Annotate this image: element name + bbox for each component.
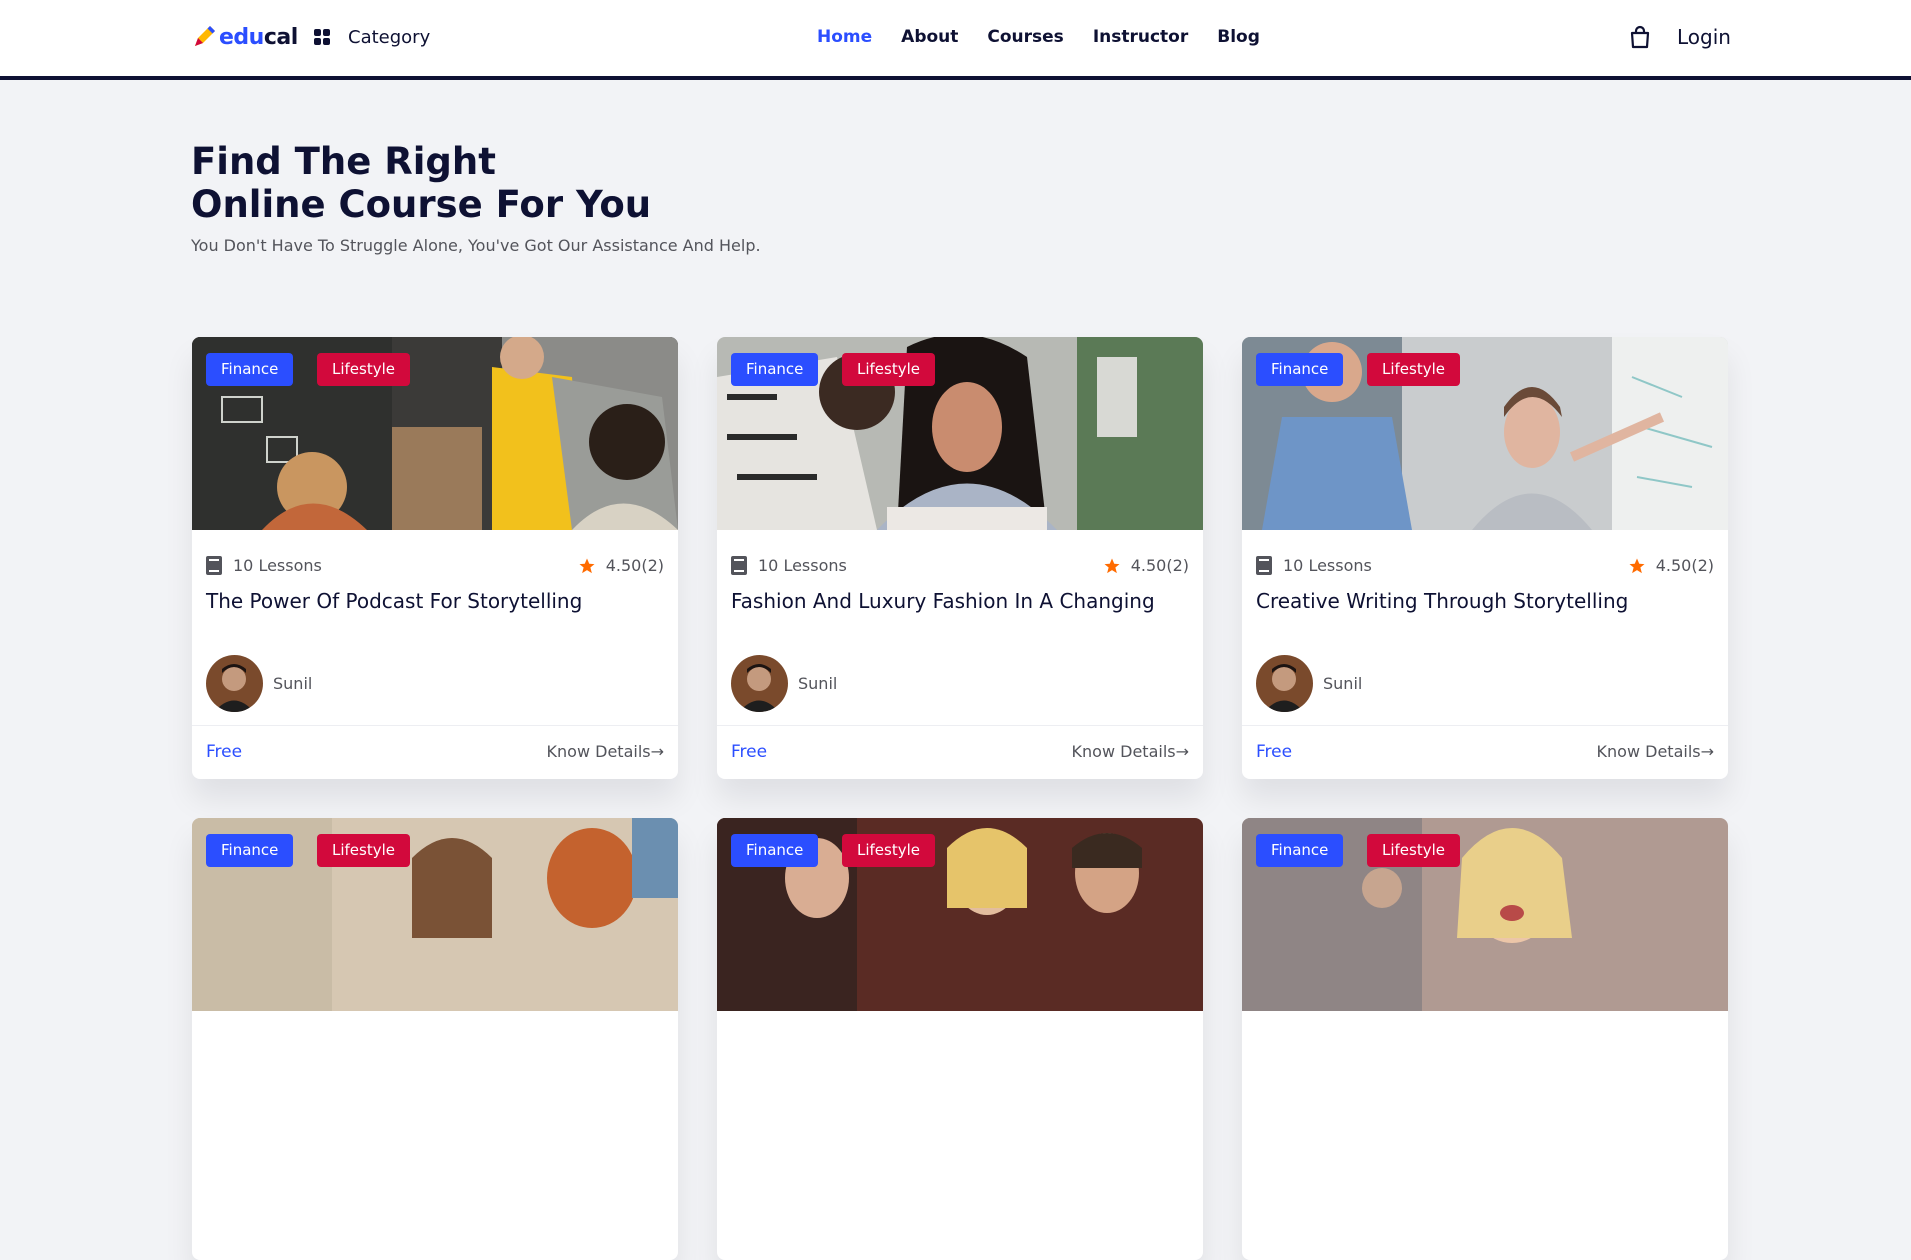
course-thumbnail[interactable]: Finance Lifestyle xyxy=(192,818,678,1011)
tag-finance[interactable]: Finance xyxy=(731,834,819,867)
rating-value: 4.50(2) xyxy=(1130,556,1189,575)
star-icon xyxy=(579,558,595,573)
category-label: Category xyxy=(348,26,431,48)
tag-lifestyle[interactable]: Lifestyle xyxy=(1367,834,1461,867)
site-header: educal Category Home About Courses Instr… xyxy=(0,0,1911,80)
logo[interactable]: educal xyxy=(191,22,298,52)
lessons-label: 10 Lessons xyxy=(1283,556,1372,575)
book-icon xyxy=(731,556,747,575)
author-name: Sunil xyxy=(1323,674,1363,693)
tag-lifestyle[interactable]: Lifestyle xyxy=(842,353,936,386)
card-footer: Free Know Details→ xyxy=(192,725,678,779)
lessons-label: 10 Lessons xyxy=(758,556,847,575)
rating-value: 4.50(2) xyxy=(1655,556,1714,575)
course-price: Free xyxy=(1256,742,1293,762)
card-footer: Free Know Details→ xyxy=(717,725,1203,779)
nav-courses[interactable]: Courses xyxy=(987,27,1063,47)
author-name: Sunil xyxy=(273,674,313,693)
shopping-bag-icon[interactable] xyxy=(1628,25,1652,49)
tag-lifestyle[interactable]: Lifestyle xyxy=(1367,353,1461,386)
nav-blog[interactable]: Blog xyxy=(1217,27,1260,47)
main-nav: Home About Courses Instructor Blog xyxy=(817,22,1289,52)
page-title: Find The Right Online Course For You xyxy=(191,140,651,226)
star-icon xyxy=(1104,558,1120,573)
tag-finance[interactable]: Finance xyxy=(206,353,294,386)
page-subtitle: You Don't Have To Struggle Alone, You've… xyxy=(191,236,761,255)
star-icon xyxy=(1629,558,1645,573)
grid-icon xyxy=(314,29,330,45)
tag-lifestyle[interactable]: Lifestyle xyxy=(317,353,411,386)
course-title[interactable]: Creative Writing Through Storytelling xyxy=(1256,589,1628,613)
card-footer: Free Know Details→ xyxy=(1242,725,1728,779)
course-thumbnail[interactable]: Finance Lifestyle xyxy=(1242,818,1728,1011)
tag-finance[interactable]: Finance xyxy=(731,353,819,386)
lessons-count: 10 Lessons xyxy=(1256,556,1372,575)
logo-cal: cal xyxy=(263,24,298,50)
avatar xyxy=(206,655,263,712)
rating-value: 4.50(2) xyxy=(605,556,664,575)
know-details-link[interactable]: Know Details→ xyxy=(1597,742,1714,761)
course-card[interactable]: Finance Lifestyle 10 Lessons 4.50(2) The… xyxy=(192,337,678,779)
course-meta: 10 Lessons 4.50(2) xyxy=(1256,556,1714,576)
course-thumbnail[interactable]: Finance Lifestyle xyxy=(717,337,1203,530)
course-thumbnail[interactable]: Finance Lifestyle xyxy=(717,818,1203,1011)
lessons-label: 10 Lessons xyxy=(233,556,322,575)
course-author[interactable]: Sunil xyxy=(731,655,837,712)
book-icon xyxy=(206,556,222,575)
course-card[interactable]: Finance Lifestyle 10 Lessons 4.50(2) Fas… xyxy=(717,337,1203,779)
course-meta: 10 Lessons 4.50(2) xyxy=(731,556,1189,576)
nav-instructor[interactable]: Instructor xyxy=(1093,27,1188,47)
lessons-count: 10 Lessons xyxy=(206,556,322,575)
avatar xyxy=(731,655,788,712)
lessons-count: 10 Lessons xyxy=(731,556,847,575)
tag-lifestyle[interactable]: Lifestyle xyxy=(317,834,411,867)
course-author[interactable]: Sunil xyxy=(1256,655,1362,712)
course-card[interactable]: Finance Lifestyle xyxy=(192,818,678,1260)
course-card[interactable]: Finance Lifestyle xyxy=(717,818,1203,1260)
nav-home[interactable]: Home xyxy=(817,27,872,47)
tag-finance[interactable]: Finance xyxy=(206,834,294,867)
course-thumbnail[interactable]: Finance Lifestyle xyxy=(192,337,678,530)
course-author[interactable]: Sunil xyxy=(206,655,312,712)
title-line-2: Online Course For You xyxy=(191,183,652,226)
login-link[interactable]: Login xyxy=(1677,22,1731,52)
course-price: Free xyxy=(206,742,243,762)
tag-finance[interactable]: Finance xyxy=(1256,353,1344,386)
course-rating: 4.50(2) xyxy=(578,556,664,575)
course-thumbnail[interactable]: Finance Lifestyle xyxy=(1242,337,1728,530)
course-title[interactable]: The Power Of Podcast For Storytelling xyxy=(206,589,582,613)
pencil-logo-icon xyxy=(195,26,215,46)
title-line-1: Find The Right xyxy=(191,140,496,183)
author-name: Sunil xyxy=(798,674,838,693)
course-card[interactable]: Finance Lifestyle 10 Lessons 4.50(2) Cre… xyxy=(1242,337,1728,779)
nav-about[interactable]: About xyxy=(901,27,958,47)
book-icon xyxy=(1256,556,1272,575)
tag-lifestyle[interactable]: Lifestyle xyxy=(842,834,936,867)
know-details-link[interactable]: Know Details→ xyxy=(1072,742,1189,761)
course-rating: 4.50(2) xyxy=(1628,556,1714,575)
know-details-link[interactable]: Know Details→ xyxy=(547,742,664,761)
category-menu[interactable]: Category xyxy=(314,22,430,52)
tag-finance[interactable]: Finance xyxy=(1256,834,1344,867)
course-price: Free xyxy=(731,742,768,762)
logo-edu: edu xyxy=(219,24,264,50)
avatar xyxy=(1256,655,1313,712)
logo-text: educal xyxy=(219,25,298,50)
course-card[interactable]: Finance Lifestyle xyxy=(1242,818,1728,1260)
course-meta: 10 Lessons 4.50(2) xyxy=(206,556,664,576)
course-title[interactable]: Fashion And Luxury Fashion In A Changing xyxy=(731,589,1155,613)
course-rating: 4.50(2) xyxy=(1103,556,1189,575)
